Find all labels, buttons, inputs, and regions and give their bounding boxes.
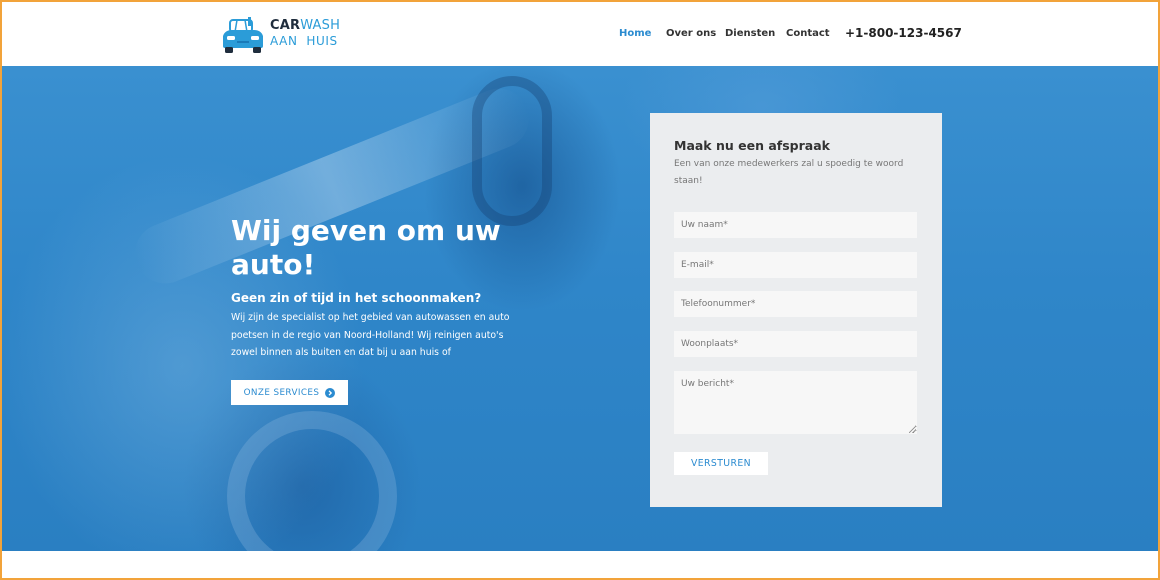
hero-description: Wij zijn de specialist op het gebied van… — [231, 312, 510, 358]
logo-text-wash: WASH — [300, 18, 341, 33]
services-button[interactable]: ONZE SERVICES — [231, 380, 348, 405]
hero-subtitle: Geen zin of tijd in het schoonmaken? — [231, 291, 482, 305]
message-textarea[interactable] — [674, 371, 917, 434]
hero-section: Wij geven om uw auto! Geen zin of tijd i… — [2, 66, 1158, 551]
logo-text-car: CAR — [270, 18, 301, 33]
page-frame: CARWASH AAN HUIS Home Over ons Diensten … — [0, 0, 1160, 580]
form-description: Een van onze medewerkers zal u spoedig t… — [674, 159, 904, 186]
email-input[interactable] — [674, 252, 917, 278]
phone-number[interactable]: +1-800-123-4567 — [845, 26, 962, 40]
arrow-circle-right-icon — [325, 387, 336, 398]
hero-title: Wij geven om uw auto! — [231, 214, 501, 281]
hero-background-tire — [472, 76, 552, 226]
textarea-resize-handle[interactable] — [909, 426, 916, 433]
name-input[interactable] — [674, 212, 917, 238]
car-icon — [223, 17, 263, 53]
logo-subtext: AAN HUIS — [270, 34, 338, 48]
city-input[interactable] — [674, 331, 917, 357]
logo[interactable]: CARWASH AAN HUIS — [220, 16, 340, 54]
submit-button[interactable]: VERSTUREN — [674, 452, 768, 475]
logo-wordmark: CARWASH — [270, 18, 340, 33]
site-header: CARWASH AAN HUIS Home Over ons Diensten … — [2, 2, 1158, 66]
nav-home[interactable]: Home — [619, 28, 651, 39]
nav-contact[interactable]: Contact — [786, 28, 830, 39]
phone-input[interactable] — [674, 291, 917, 317]
form-title: Maak nu een afspraak — [674, 138, 830, 153]
services-button-label: ONZE SERVICES — [243, 387, 320, 398]
nav-diensten[interactable]: Diensten — [725, 28, 775, 39]
appointment-form: Maak nu een afspraak Een van onze medewe… — [650, 113, 942, 507]
nav-over-ons[interactable]: Over ons — [666, 28, 716, 39]
hero-background-wheel — [227, 411, 397, 551]
